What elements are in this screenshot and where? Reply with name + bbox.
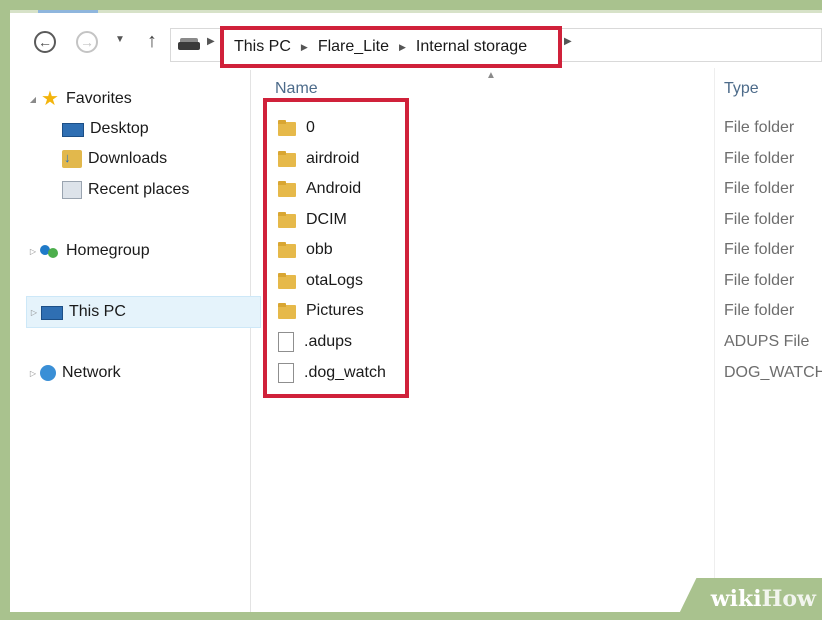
- file-type: File folder: [724, 241, 795, 258]
- chevron-right-icon[interactable]: ▶: [399, 42, 406, 53]
- file-type: DOG_WATCH: [724, 364, 822, 381]
- breadcrumb-internal-storage[interactable]: Internal storage: [416, 38, 527, 56]
- this-pc-icon: [41, 305, 63, 320]
- file-name: obb: [306, 241, 333, 258]
- list-item[interactable]: .adups: [278, 328, 352, 356]
- list-item[interactable]: obb: [278, 236, 333, 264]
- list-item[interactable]: otaLogs: [278, 267, 363, 295]
- breadcrumb-this-pc[interactable]: This PC: [234, 38, 291, 56]
- sort-ascending-icon: ▲: [486, 70, 496, 81]
- network-icon: [40, 365, 56, 381]
- folder-icon: [278, 181, 296, 197]
- list-item[interactable]: .dog_watch: [278, 359, 386, 387]
- list-item[interactable]: airdroid: [278, 145, 359, 173]
- sidebar-item-label: Network: [62, 364, 121, 381]
- folder-icon: [278, 303, 296, 319]
- window-top-strip: [10, 10, 822, 13]
- list-item[interactable]: DCIM: [278, 206, 347, 234]
- file-type: File folder: [724, 119, 795, 136]
- homegroup-icon: [40, 242, 60, 260]
- file-icon: [278, 332, 294, 352]
- file-type: File folder: [724, 302, 795, 319]
- sidebar-item-label: Homegroup: [66, 242, 150, 259]
- column-header-name[interactable]: Name: [275, 80, 318, 98]
- sidebar-item-favorites[interactable]: ◢ ★ Favorites: [26, 86, 132, 112]
- watermark-wiki: wiki: [710, 586, 762, 612]
- sidebar-item-label: Downloads: [88, 150, 168, 167]
- folder-icon: [278, 242, 296, 258]
- up-button[interactable]: ↑: [147, 30, 157, 53]
- sidebar-item-desktop[interactable]: Desktop: [62, 116, 149, 142]
- file-name: otaLogs: [306, 272, 363, 289]
- folder-icon: [278, 120, 296, 136]
- address-bar: ← → ▼ ↑ ▶ This PC ▶ Flare_Lite ▶ Interna…: [10, 22, 822, 68]
- sidebar-item-homegroup[interactable]: ▷ Homegroup: [26, 238, 150, 264]
- file-type: File folder: [724, 180, 795, 197]
- wikihow-watermark: wiki How: [676, 578, 822, 620]
- file-type: File folder: [724, 211, 795, 228]
- downloads-icon: [62, 150, 82, 168]
- expand-triangle-icon[interactable]: ▷: [26, 247, 40, 256]
- forward-button[interactable]: →: [76, 31, 98, 53]
- sidebar-item-network[interactable]: ▷ Network: [26, 360, 121, 386]
- file-type: ADUPS File: [724, 333, 810, 350]
- list-item[interactable]: 0: [278, 114, 315, 142]
- file-name: Android: [306, 180, 362, 197]
- sidebar-item-downloads[interactable]: Downloads: [62, 146, 167, 172]
- breadcrumb: This PC ▶ Flare_Lite ▶ Internal storage: [220, 26, 562, 68]
- expand-triangle-icon[interactable]: ◢: [26, 95, 40, 104]
- tab-accent: [38, 10, 98, 13]
- sidebar-item-this-pc[interactable]: ▷ This PC: [26, 296, 261, 328]
- file-icon: [278, 363, 294, 383]
- sidebar-item-label: This PC: [69, 303, 126, 320]
- sidebar-item-recent-places[interactable]: Recent places: [62, 177, 189, 203]
- list-item[interactable]: Pictures: [278, 297, 364, 325]
- list-item[interactable]: Android: [278, 175, 361, 203]
- folder-icon: [278, 273, 296, 289]
- file-name: .adups: [304, 333, 353, 350]
- column-divider[interactable]: [714, 68, 715, 610]
- breadcrumb-flare-lite[interactable]: Flare_Lite: [318, 38, 389, 56]
- file-type: File folder: [724, 272, 795, 289]
- file-name: Pictures: [306, 302, 364, 319]
- star-icon: ★: [41, 88, 59, 110]
- chevron-right-icon[interactable]: ▶: [301, 42, 308, 53]
- file-name: airdroid: [306, 150, 360, 167]
- file-name: 0: [306, 119, 315, 136]
- desktop-icon: [62, 123, 84, 137]
- chevron-right-icon[interactable]: ▶: [564, 36, 572, 47]
- expand-triangle-icon[interactable]: ▷: [26, 369, 40, 378]
- sidebar-item-label: Favorites: [66, 90, 132, 107]
- watermark-how: How: [761, 586, 816, 612]
- explorer-window: ← → ▼ ↑ ▶ This PC ▶ Flare_Lite ▶ Interna…: [10, 10, 822, 612]
- file-type: File folder: [724, 150, 795, 167]
- sidebar-item-label: Recent places: [88, 181, 190, 198]
- drive-icon: [178, 38, 200, 50]
- folder-icon: [278, 151, 296, 167]
- navigation-pane: ◢ ★ Favorites Desktop Downloads Recent p…: [10, 70, 261, 612]
- sidebar-item-label: Desktop: [90, 120, 149, 137]
- file-name: DCIM: [306, 211, 347, 228]
- expand-triangle-icon[interactable]: ▷: [27, 308, 41, 317]
- column-header-type[interactable]: Type: [724, 80, 759, 98]
- folder-icon: [278, 212, 296, 228]
- chevron-right-icon[interactable]: ▶: [207, 36, 215, 47]
- back-button[interactable]: ←: [34, 31, 56, 53]
- recent-locations-dropdown-icon[interactable]: ▼: [115, 34, 125, 45]
- file-name: .dog_watch: [304, 364, 386, 381]
- recent-places-icon: [62, 181, 82, 199]
